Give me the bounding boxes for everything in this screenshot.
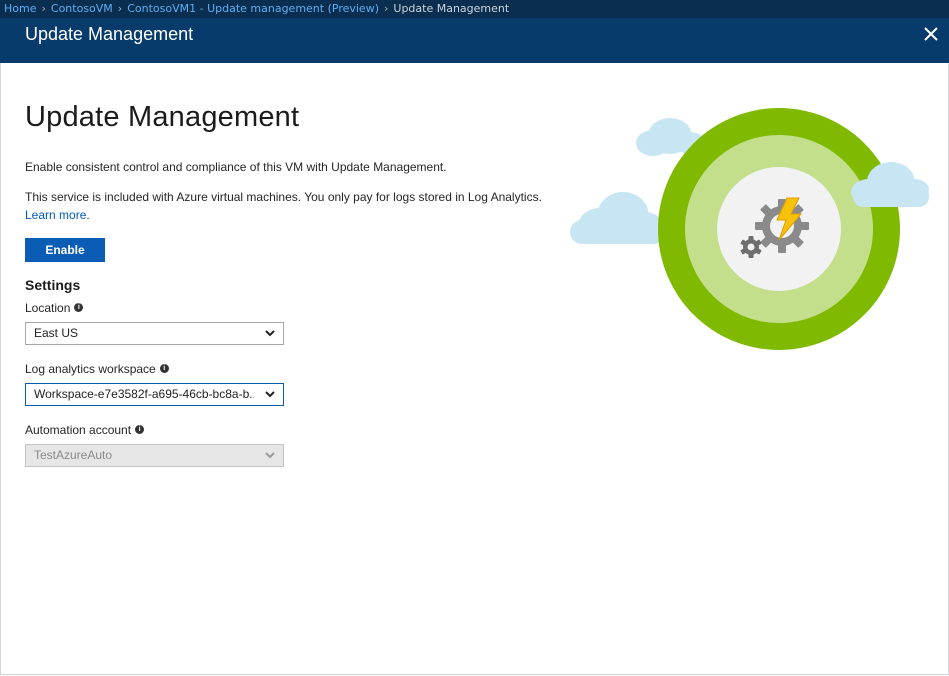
chevron-down-icon bbox=[265, 452, 275, 459]
breadcrumb-home[interactable]: Home bbox=[0, 2, 36, 15]
chevron-down-icon bbox=[265, 330, 275, 337]
workspace-label-row: Log analytics workspace i bbox=[25, 362, 169, 376]
automation-value: TestAzureAuto bbox=[34, 448, 113, 462]
page-title: Update Management bbox=[25, 101, 300, 133]
info-icon[interactable]: i bbox=[74, 303, 84, 313]
info-icon[interactable]: i bbox=[135, 425, 145, 435]
info-icon[interactable]: i bbox=[159, 364, 169, 374]
blade-header: Update Management bbox=[0, 18, 949, 63]
breadcrumb-current: Update Management bbox=[393, 2, 510, 15]
location-value: East US bbox=[34, 326, 79, 340]
breadcrumb-update-management-preview[interactable]: ContosoVM1 - Update management (Preview) bbox=[127, 2, 379, 15]
automation-label: Automation account bbox=[25, 423, 132, 437]
description-text: Enable consistent control and compliance… bbox=[25, 160, 447, 174]
settings-heading: Settings bbox=[25, 277, 81, 293]
breadcrumb: Home › ContosoVM › ContosoVM1 - Update manag… bbox=[0, 0, 949, 18]
breadcrumb-contosovm[interactable]: ContosoVM bbox=[51, 2, 113, 15]
breadcrumb-separator: › bbox=[383, 2, 389, 15]
cloud-icon bbox=[570, 192, 665, 244]
breadcrumb-separator: › bbox=[41, 2, 46, 15]
enable-button[interactable]: Enable bbox=[25, 238, 105, 262]
close-button[interactable] bbox=[921, 24, 941, 44]
automation-select: TestAzureAuto bbox=[25, 444, 284, 467]
location-label: Location bbox=[25, 301, 71, 315]
automation-label-row: Automation account i bbox=[25, 423, 145, 437]
learn-more-link[interactable]: Learn more. bbox=[25, 208, 90, 222]
gear-icon bbox=[755, 199, 809, 253]
workspace-select[interactable]: Workspace-e7e3582f-a695-46cb-bc8a-b... bbox=[25, 383, 284, 406]
location-label-row: Location i bbox=[25, 301, 84, 315]
workspace-label: Log analytics workspace bbox=[25, 362, 156, 376]
pricing-text: This service is included with Azure virt… bbox=[25, 190, 542, 204]
chevron-down-icon bbox=[265, 391, 275, 398]
blade-title: Update Management bbox=[25, 24, 194, 44]
update-management-illustration bbox=[570, 108, 929, 350]
workspace-value: Workspace-e7e3582f-a695-46cb-bc8a-b... bbox=[34, 387, 254, 401]
close-icon bbox=[924, 27, 938, 41]
location-select[interactable]: East US bbox=[25, 322, 284, 345]
breadcrumb-separator: › bbox=[117, 2, 123, 15]
